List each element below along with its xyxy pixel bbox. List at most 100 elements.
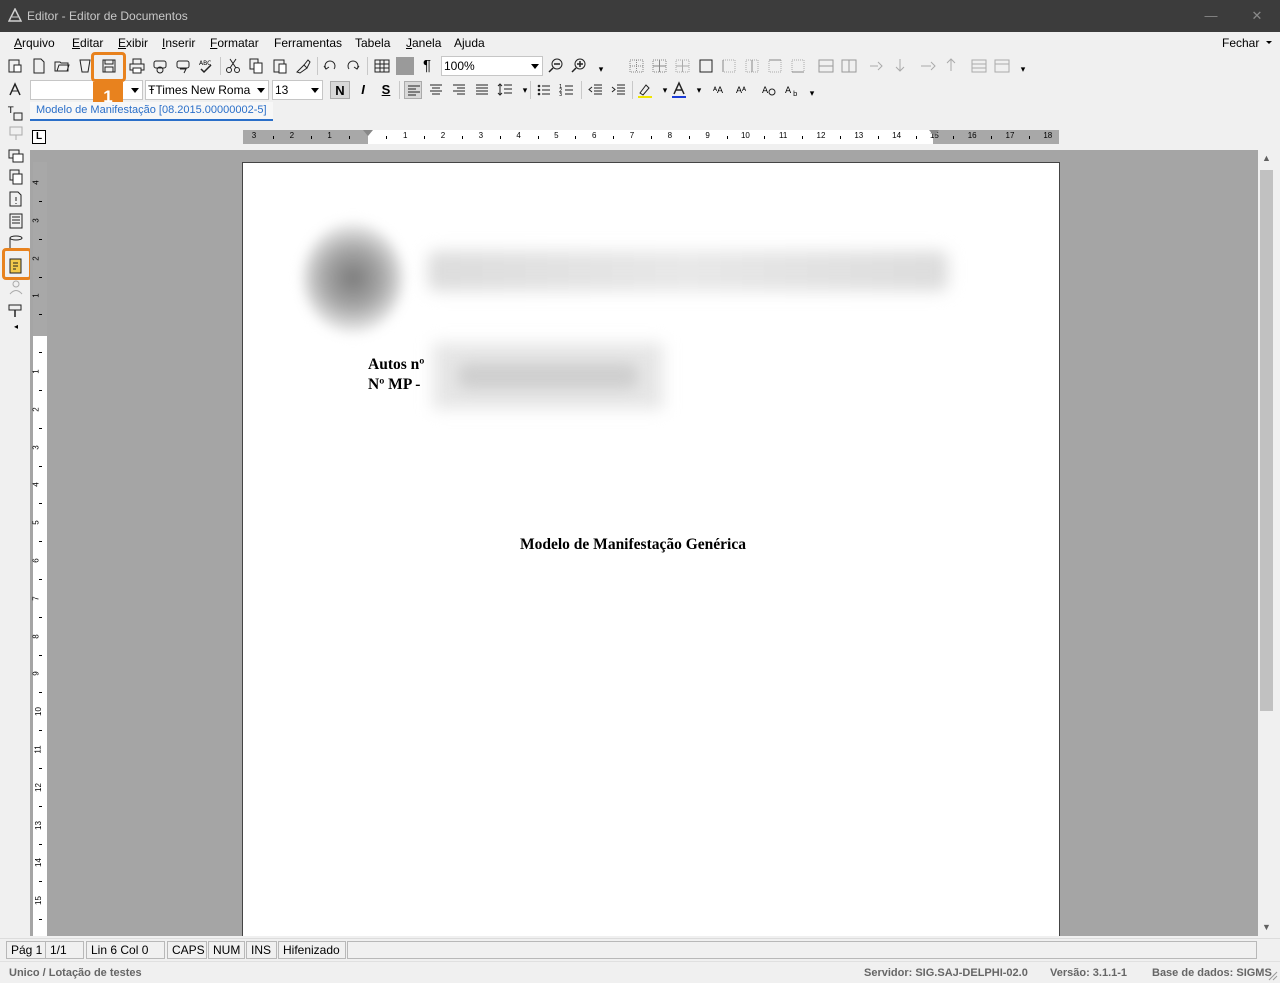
resize-grip-icon[interactable]: [1266, 969, 1278, 981]
menu-janela[interactable]: Janela: [406, 36, 441, 50]
undo-icon[interactable]: [321, 57, 339, 75]
chevron-down-icon[interactable]: ▾: [690, 81, 708, 99]
menu-inserir[interactable]: Inserir: [162, 36, 195, 50]
minimize-button[interactable]: —: [1188, 0, 1234, 32]
menu-formatar[interactable]: Formatar: [210, 36, 259, 50]
menu-arquivo[interactable]: Arquivo: [14, 36, 55, 50]
menu-ferramentas[interactable]: Ferramentas: [274, 36, 342, 50]
font-color-icon[interactable]: [670, 81, 688, 99]
new-document-icon[interactable]: [30, 57, 48, 75]
highlight-icon[interactable]: [636, 81, 654, 99]
close-window-button[interactable]: ✕: [1234, 0, 1280, 32]
grow-font-icon[interactable]: ᴬA: [709, 81, 727, 99]
paste-icon[interactable]: [271, 57, 289, 75]
document-page[interactable]: Autos nº Nº MP - Modelo de Manifestação …: [242, 162, 1060, 936]
indent-marker-icon[interactable]: [363, 130, 373, 136]
line-spacing-icon[interactable]: [496, 81, 514, 99]
menu-exibir[interactable]: Exibir: [118, 36, 148, 50]
menu-tabela[interactable]: Tabela: [355, 36, 390, 50]
zoom-select[interactable]: 100%: [441, 56, 543, 76]
pilcrow-icon[interactable]: ¶: [418, 57, 436, 75]
more-dropdown-icon[interactable]: ▾: [803, 81, 821, 99]
zoom-in-icon[interactable]: [570, 57, 588, 75]
fechar-menu[interactable]: Fechar: [1222, 36, 1259, 50]
shading-icon[interactable]: [396, 57, 414, 75]
document-tab[interactable]: Modelo de Manifestação [08.2015.00000002…: [30, 102, 273, 121]
open-folder-icon[interactable]: [53, 57, 71, 75]
table-right-border-icon[interactable]: [743, 57, 761, 75]
merge-cells-icon[interactable]: [817, 57, 835, 75]
list-document-icon[interactable]: [7, 212, 25, 230]
document-stack-icon[interactable]: [7, 168, 25, 186]
bullet-list-icon[interactable]: [535, 81, 553, 99]
horizontal-ruler[interactable]: 3 2 1 1 2 3 4 5 6 7 8 9 10 11 12 13 14 15 16 17 18: [243, 130, 1059, 144]
more-tools-icon[interactable]: ◂: [7, 322, 25, 340]
zoom-out-icon[interactable]: [547, 57, 565, 75]
ruler-minor-tick: [839, 136, 841, 139]
cut-icon[interactable]: [224, 57, 242, 75]
style-select[interactable]: [30, 80, 143, 100]
tab-stop-selector[interactable]: L: [32, 130, 46, 144]
delete-column-icon[interactable]: [942, 57, 960, 75]
more-dropdown-icon[interactable]: ▾: [592, 57, 610, 75]
underline-button[interactable]: S: [376, 81, 396, 99]
decrease-indent-icon[interactable]: [586, 81, 604, 99]
chevron-down-icon[interactable]: [1266, 41, 1272, 44]
insert-object-icon[interactable]: [7, 147, 25, 165]
font-size-select[interactable]: 13: [272, 80, 323, 100]
paint-roller-icon[interactable]: [7, 302, 25, 320]
numbered-list-icon[interactable]: 123: [558, 81, 576, 99]
format-painter-icon[interactable]: [294, 57, 312, 75]
style-icon[interactable]: [6, 81, 24, 99]
spell-check-icon[interactable]: ABC: [197, 57, 215, 75]
delete-row-icon[interactable]: [919, 57, 937, 75]
chevron-down-icon[interactable]: ▾: [516, 81, 534, 99]
callout-highlight-save: [91, 52, 126, 82]
bold-button[interactable]: N: [330, 81, 350, 99]
table-left-border-icon[interactable]: [720, 57, 738, 75]
right-indent-marker-icon[interactable]: [929, 130, 939, 136]
scroll-thumb[interactable]: [1260, 170, 1273, 711]
table-properties-icon[interactable]: [970, 57, 988, 75]
replace-icon[interactable]: Ab: [783, 81, 801, 99]
scroll-up-icon[interactable]: ▲: [1258, 150, 1275, 167]
vertical-ruler-label: 4: [31, 180, 41, 185]
table-borders-icon[interactable]: [628, 57, 646, 75]
insert-row-icon[interactable]: [868, 57, 886, 75]
table-top-border-icon[interactable]: [766, 57, 784, 75]
align-center-icon[interactable]: [427, 81, 445, 99]
find-icon[interactable]: A: [760, 81, 778, 99]
align-left-icon[interactable]: [404, 81, 422, 99]
redo-icon[interactable]: [344, 57, 362, 75]
vertical-ruler[interactable]: 4 3 2 1 1 2 3 4 5 6 7 8 9 10 11 12 13 14 15: [31, 162, 47, 936]
field-icon[interactable]: T: [7, 104, 25, 122]
new-from-template-icon[interactable]: [6, 57, 24, 75]
print-icon[interactable]: [128, 57, 146, 75]
shrink-font-icon[interactable]: Aᴬ: [732, 81, 750, 99]
more-dropdown-icon[interactable]: ▾: [1014, 57, 1032, 75]
justify-icon[interactable]: [473, 81, 491, 99]
menu-editar[interactable]: Editar: [72, 36, 103, 50]
vertical-scrollbar[interactable]: ▲ ▼: [1258, 150, 1275, 936]
vertical-ruler-label: 1: [31, 369, 41, 374]
table-inner-borders-icon[interactable]: [651, 57, 669, 75]
table-bottom-border-icon[interactable]: [789, 57, 807, 75]
copy-icon[interactable]: [247, 57, 265, 75]
insert-table-icon[interactable]: [373, 57, 391, 75]
table-outer-border-icon[interactable]: [697, 57, 715, 75]
table-autoformat-icon[interactable]: [993, 57, 1011, 75]
warning-document-icon[interactable]: [7, 190, 25, 208]
print-setup-icon[interactable]: [174, 57, 192, 75]
disabled-tool-icon[interactable]: [7, 124, 25, 142]
scroll-down-icon[interactable]: ▼: [1258, 919, 1275, 936]
align-right-icon[interactable]: [450, 81, 468, 99]
insert-column-icon[interactable]: [891, 57, 909, 75]
italic-button[interactable]: I: [353, 81, 373, 99]
menu-ajuda[interactable]: Ajuda: [454, 36, 485, 50]
increase-indent-icon[interactable]: [609, 81, 627, 99]
print-preview-icon[interactable]: [151, 57, 169, 75]
font-select[interactable]: ŦTimes New Roma: [145, 80, 269, 100]
split-cells-icon[interactable]: [840, 57, 858, 75]
table-cross-borders-icon[interactable]: [674, 57, 692, 75]
user-disabled-icon[interactable]: [7, 278, 25, 296]
